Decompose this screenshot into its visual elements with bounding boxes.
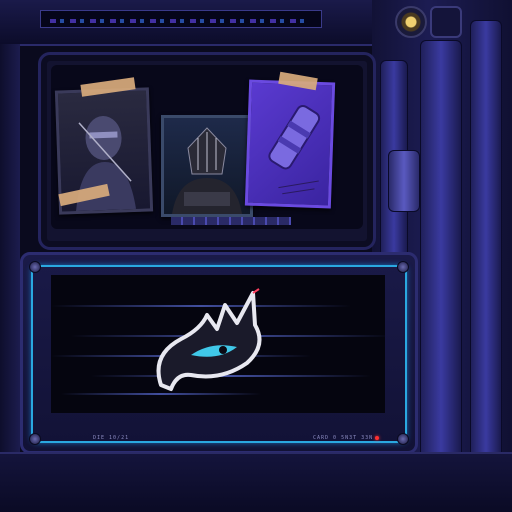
monitor-screen[interactable] xyxy=(51,275,385,413)
socket-icon xyxy=(430,6,462,38)
top-lights xyxy=(50,19,310,23)
armored-figure-icon xyxy=(172,127,242,214)
game-scene: DIE 10/21 CARD 0 5N3T 33N xyxy=(0,0,512,512)
armored-figure-photo[interactable] xyxy=(161,115,253,217)
monitor-label-left: DIE 10/21 xyxy=(93,435,130,441)
photo-board-backing xyxy=(51,65,363,229)
pipe-right xyxy=(470,20,502,462)
screw-icon xyxy=(29,261,41,273)
canister-icon xyxy=(268,104,321,195)
panel-status-strip xyxy=(171,217,291,225)
canister-photo[interactable] xyxy=(244,79,336,209)
monitor-frame: DIE 10/21 CARD 0 5N3T 33N xyxy=(20,252,418,454)
screw-icon xyxy=(397,433,409,445)
indicator-light-icon[interactable] xyxy=(395,6,427,38)
flame-eye-emblem-icon xyxy=(156,288,262,391)
monitor-label-right: CARD 0 5N3T 33N xyxy=(313,435,374,441)
top-rail xyxy=(0,0,380,46)
photo-board xyxy=(38,52,376,250)
pipe-main xyxy=(420,40,462,462)
bottom-rail xyxy=(0,452,512,512)
left-column xyxy=(0,44,20,452)
status-led-icon xyxy=(375,436,379,440)
screw-icon xyxy=(29,433,41,445)
bolt-cluster xyxy=(388,150,420,212)
screw-icon xyxy=(397,261,409,273)
